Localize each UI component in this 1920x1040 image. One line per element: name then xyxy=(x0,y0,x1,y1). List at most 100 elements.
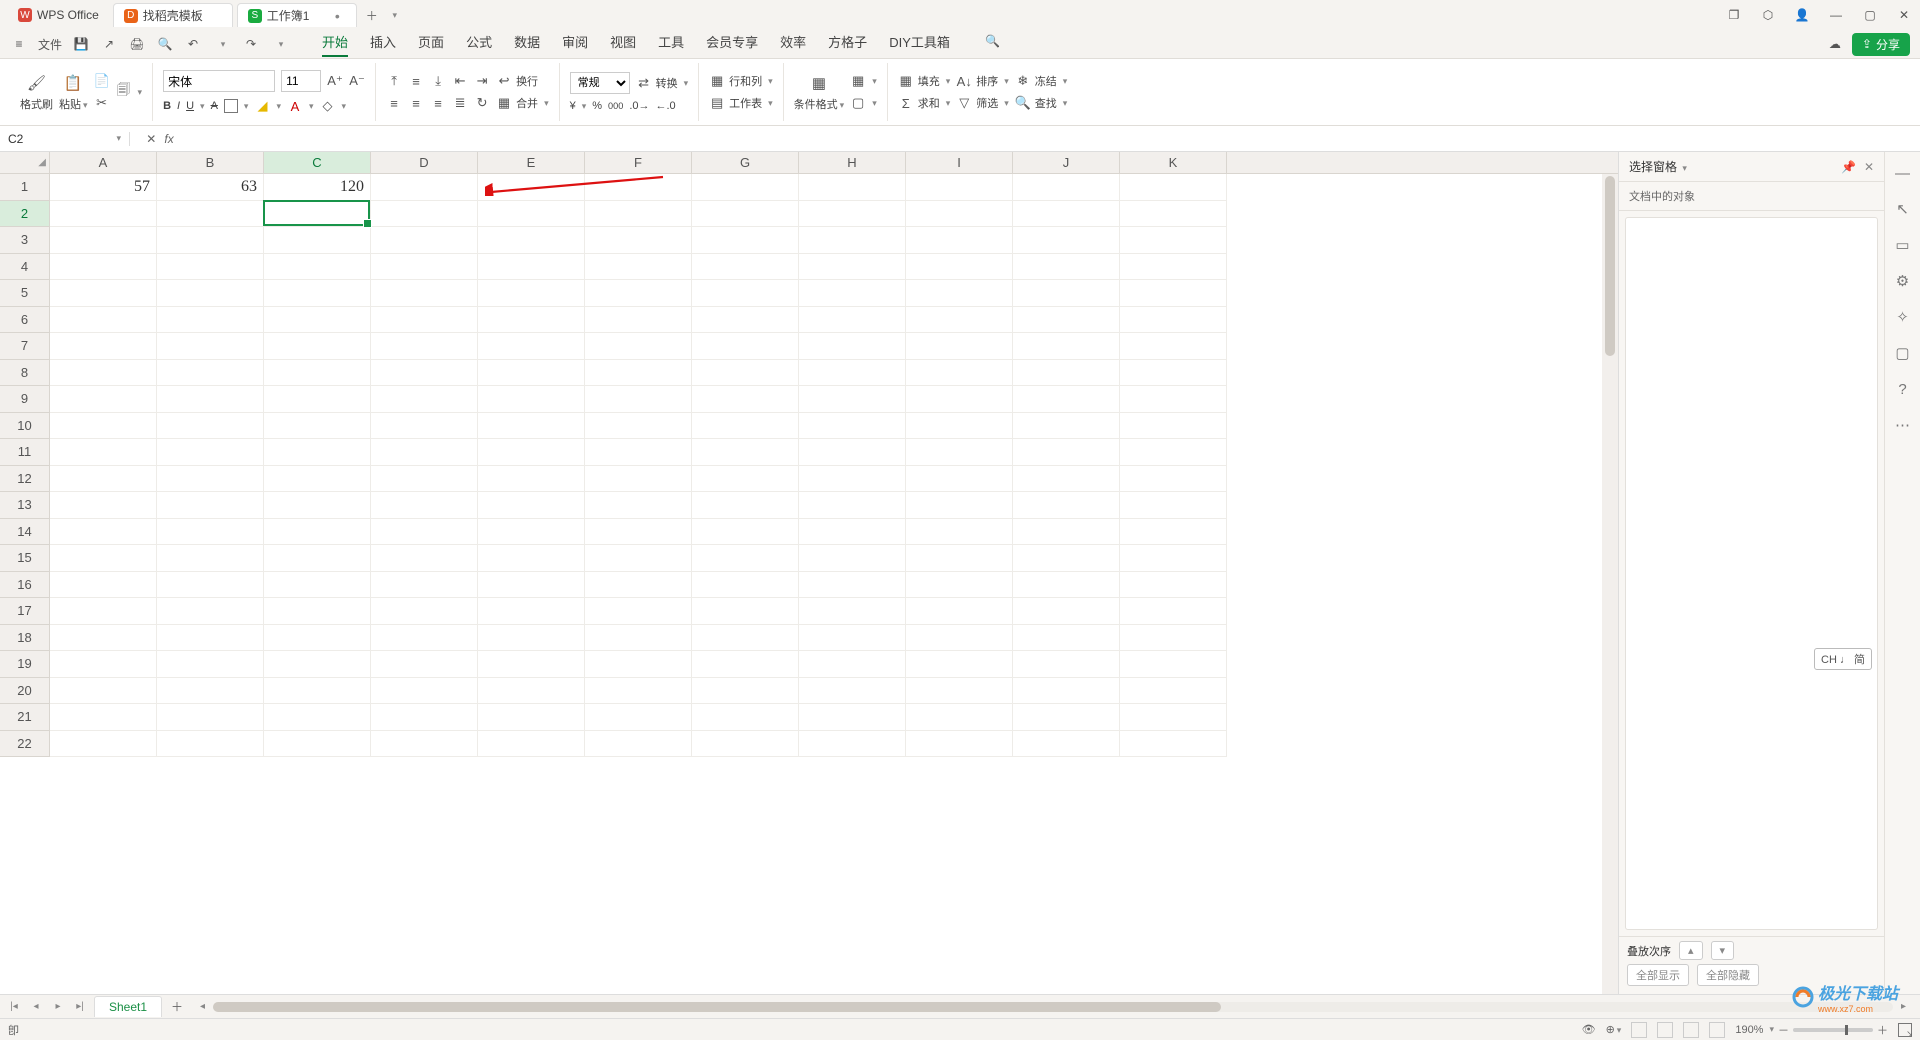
cell-E14[interactable] xyxy=(478,519,585,546)
cell-A6[interactable] xyxy=(50,307,157,334)
cell-B8[interactable] xyxy=(157,360,264,387)
align-center-button[interactable]: ≡ xyxy=(408,95,424,111)
cell-J22[interactable] xyxy=(1013,731,1120,758)
cell-A14[interactable] xyxy=(50,519,157,546)
cell-J21[interactable] xyxy=(1013,704,1120,731)
row-header-13[interactable]: 13 xyxy=(0,492,49,519)
cell-B19[interactable] xyxy=(157,651,264,678)
row-header-16[interactable]: 16 xyxy=(0,572,49,599)
cell-E15[interactable] xyxy=(478,545,585,572)
cell-K22[interactable] xyxy=(1120,731,1227,758)
cell-C3[interactable] xyxy=(264,227,371,254)
cell-G11[interactable] xyxy=(692,439,799,466)
cell-G9[interactable] xyxy=(692,386,799,413)
file-menu[interactable]: 文件 xyxy=(38,36,62,53)
row-header-19[interactable]: 19 xyxy=(0,651,49,678)
print-preview-icon[interactable]: 🔍 xyxy=(156,35,174,53)
cell-C18[interactable] xyxy=(264,625,371,652)
pane-close-icon[interactable]: ✕ xyxy=(1864,160,1874,174)
paste-button[interactable]: 📋 粘贴▾ xyxy=(59,72,88,112)
cell-C1[interactable]: 120 xyxy=(264,174,371,201)
menu-tools[interactable]: 工具 xyxy=(658,32,684,57)
cell-B1[interactable]: 63 xyxy=(157,174,264,201)
fill-button[interactable]: ▦填充▾ xyxy=(898,73,951,89)
cell-H10[interactable] xyxy=(799,413,906,440)
menu-review[interactable]: 审阅 xyxy=(562,32,588,57)
cell-B22[interactable] xyxy=(157,731,264,758)
cell-G16[interactable] xyxy=(692,572,799,599)
row-header-22[interactable]: 22 xyxy=(0,731,49,758)
status-indicator[interactable]: 卽 xyxy=(8,1022,19,1038)
cell-A22[interactable] xyxy=(50,731,157,758)
cell-J16[interactable] xyxy=(1013,572,1120,599)
cell-K16[interactable] xyxy=(1120,572,1227,599)
cell-E20[interactable] xyxy=(478,678,585,705)
cell-C6[interactable] xyxy=(264,307,371,334)
window-snap-icon[interactable]: ❐ xyxy=(1726,8,1742,22)
cell-I19[interactable] xyxy=(906,651,1013,678)
row-header-11[interactable]: 11 xyxy=(0,439,49,466)
cell-F4[interactable] xyxy=(585,254,692,281)
col-header-D[interactable]: D xyxy=(371,152,478,173)
cell-F14[interactable] xyxy=(585,519,692,546)
orientation-button[interactable]: ↻ xyxy=(474,95,490,111)
cell-B14[interactable] xyxy=(157,519,264,546)
copy-button[interactable]: 📄 xyxy=(94,73,110,89)
cell-G19[interactable] xyxy=(692,651,799,678)
cell-K19[interactable] xyxy=(1120,651,1227,678)
cell-H9[interactable] xyxy=(799,386,906,413)
row-header-2[interactable]: 2 xyxy=(0,201,49,228)
cell-C20[interactable] xyxy=(264,678,371,705)
cell-A16[interactable] xyxy=(50,572,157,599)
convert-button[interactable]: ⇄转换▾ xyxy=(636,75,689,91)
cell-E13[interactable] xyxy=(478,492,585,519)
cell-C8[interactable] xyxy=(264,360,371,387)
cell-J10[interactable] xyxy=(1013,413,1120,440)
cell-C4[interactable] xyxy=(264,254,371,281)
menu-page[interactable]: 页面 xyxy=(418,32,444,57)
cell-D18[interactable] xyxy=(371,625,478,652)
cell-K8[interactable] xyxy=(1120,360,1227,387)
close-icon[interactable]: ✕ xyxy=(1896,8,1912,22)
cell-G15[interactable] xyxy=(692,545,799,572)
cell-E12[interactable] xyxy=(478,466,585,493)
cell-C17[interactable] xyxy=(264,598,371,625)
filter-button[interactable]: ▽筛选▾ xyxy=(956,95,1009,111)
col-header-B[interactable]: B xyxy=(157,152,264,173)
zoom-value[interactable]: 190% xyxy=(1735,1024,1763,1036)
bold-button[interactable]: B xyxy=(163,100,171,112)
cell-K9[interactable] xyxy=(1120,386,1227,413)
cell-B9[interactable] xyxy=(157,386,264,413)
minimize-icon[interactable]: — xyxy=(1828,8,1844,22)
cell-K4[interactable] xyxy=(1120,254,1227,281)
cell-K12[interactable] xyxy=(1120,466,1227,493)
cell-E5[interactable] xyxy=(478,280,585,307)
bookmark-icon[interactable]: ▢ xyxy=(1894,344,1912,362)
cell-H17[interactable] xyxy=(799,598,906,625)
cube-icon[interactable]: ⬡ xyxy=(1760,8,1776,22)
cell-I10[interactable] xyxy=(906,413,1013,440)
cell-G12[interactable] xyxy=(692,466,799,493)
undo-dropdown[interactable]: ▾ xyxy=(214,35,232,53)
cell-D13[interactable] xyxy=(371,492,478,519)
cell-I1[interactable] xyxy=(906,174,1013,201)
fill-color-button[interactable]: ◢▾ xyxy=(254,98,281,114)
cancel-fx-icon[interactable]: ✕ xyxy=(146,132,156,146)
tab-template[interactable]: D 找稻壳模板 xyxy=(113,3,233,27)
eye-icon[interactable]: 👁 xyxy=(1582,1023,1596,1036)
tab-workbook[interactable]: S 工作簿1 • xyxy=(237,3,357,27)
cell-I6[interactable] xyxy=(906,307,1013,334)
currency-button[interactable]: ¥▾ xyxy=(570,100,587,112)
cell-G8[interactable] xyxy=(692,360,799,387)
cell-F3[interactable] xyxy=(585,227,692,254)
cell-D19[interactable] xyxy=(371,651,478,678)
cell-G10[interactable] xyxy=(692,413,799,440)
cell-I20[interactable] xyxy=(906,678,1013,705)
view-reading-button[interactable] xyxy=(1709,1022,1725,1038)
cell-F6[interactable] xyxy=(585,307,692,334)
number-format-select[interactable]: 常规 xyxy=(570,72,630,94)
cell-J6[interactable] xyxy=(1013,307,1120,334)
view-page-button[interactable] xyxy=(1657,1022,1673,1038)
select-all-corner[interactable]: ◢ xyxy=(0,152,50,173)
maximize-icon[interactable]: ▢ xyxy=(1862,8,1878,22)
